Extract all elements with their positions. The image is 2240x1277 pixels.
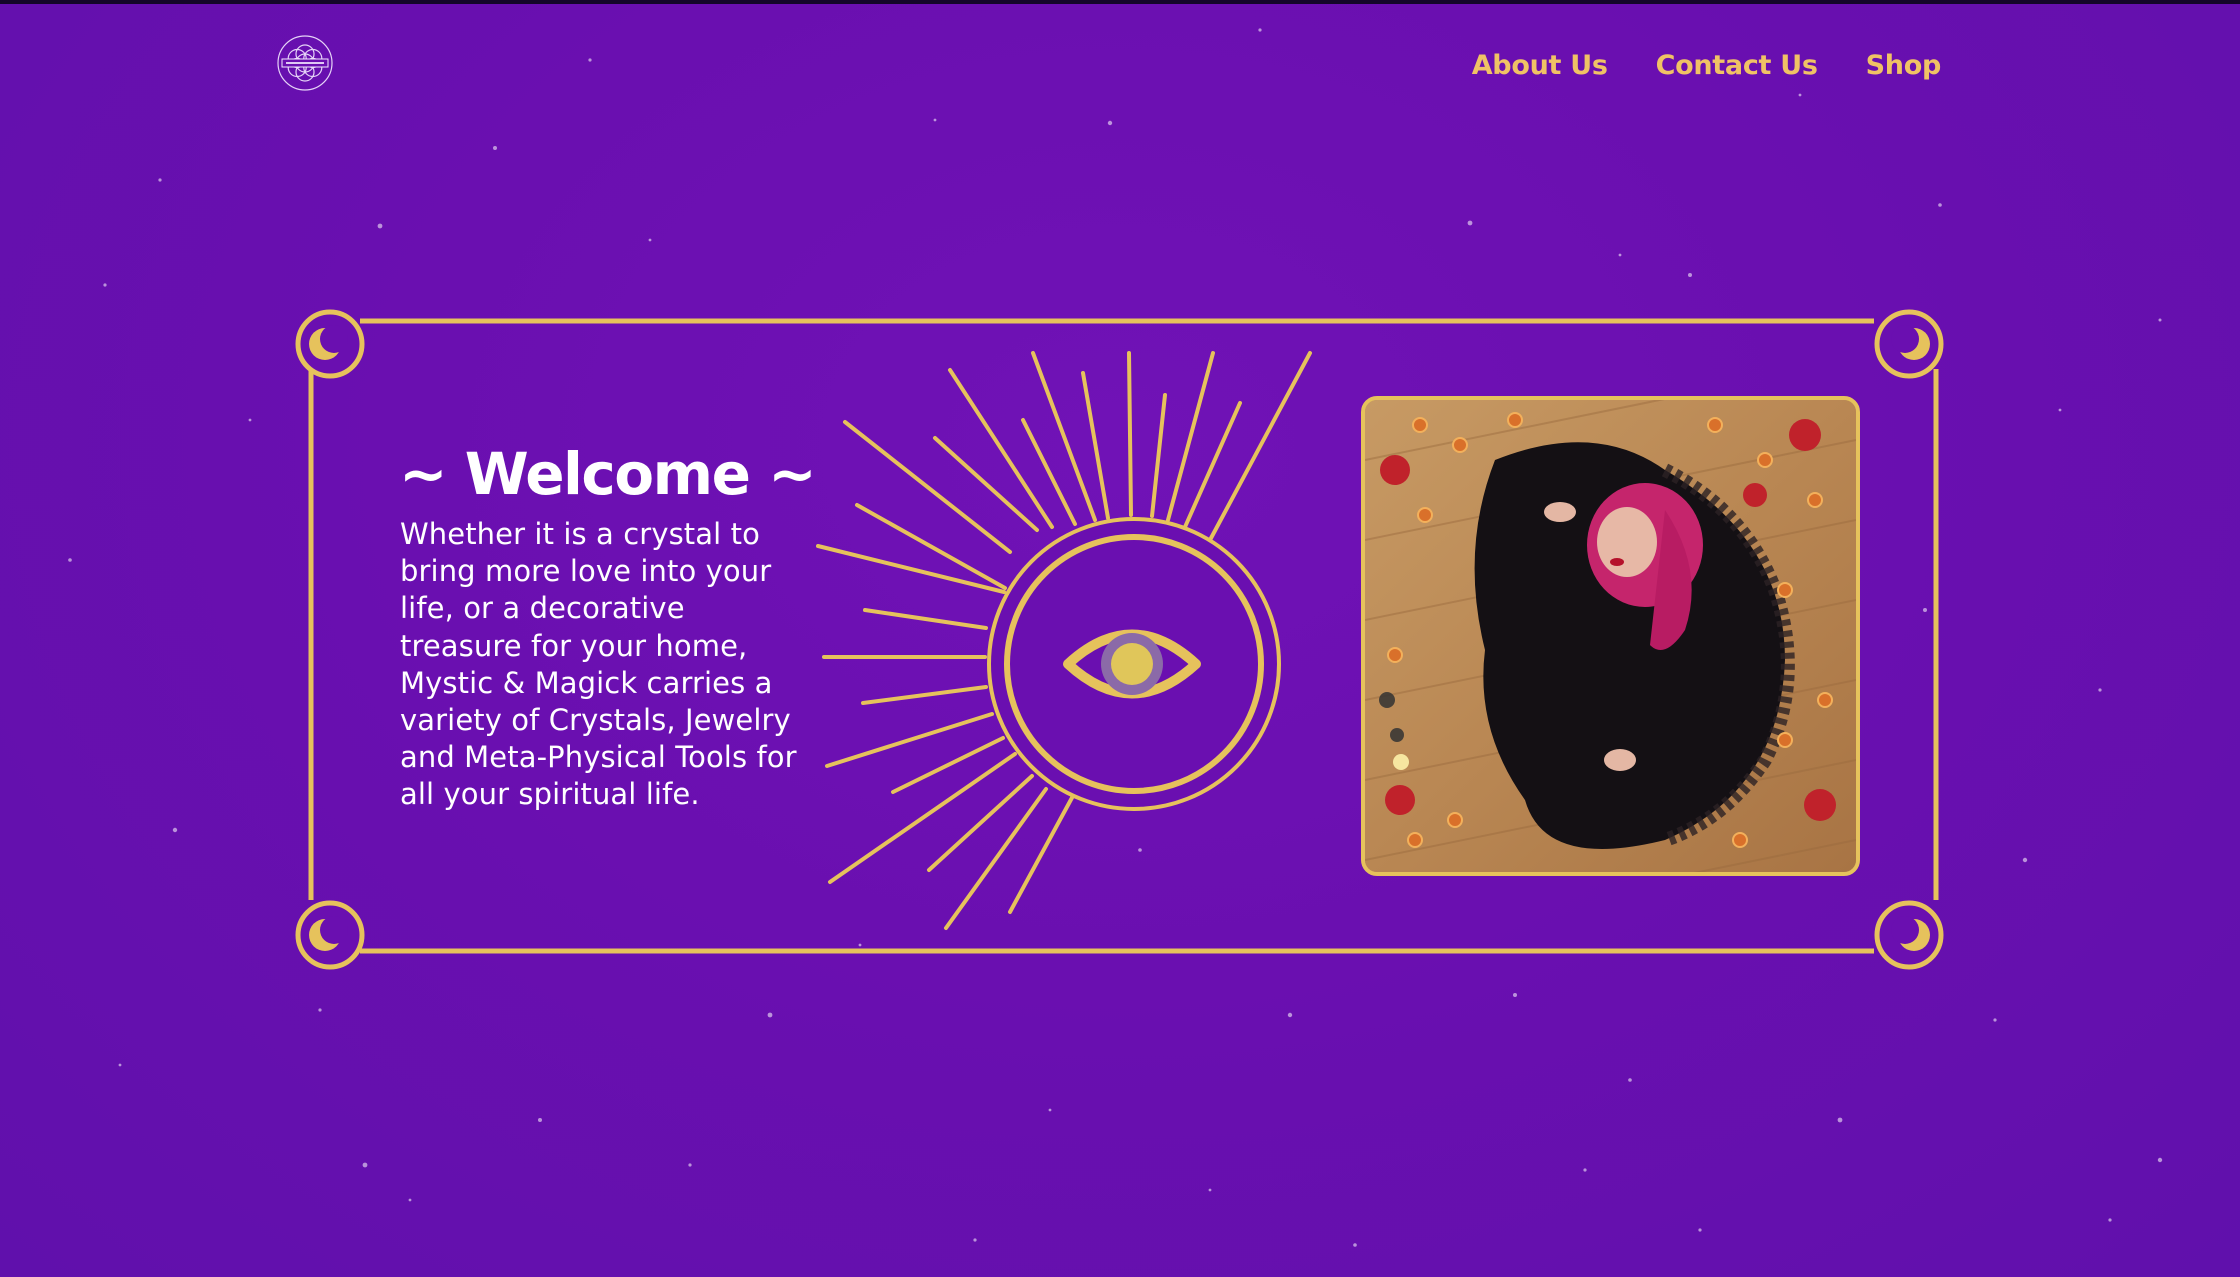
crescent-moon-icon-bottom-right bbox=[1874, 900, 1944, 970]
crescent-moon-icon-top-right bbox=[1874, 309, 1944, 379]
crescent-moon-icon-top-left bbox=[295, 309, 365, 379]
hero-photo bbox=[1361, 396, 1860, 876]
crescent-moon-icon-bottom-left bbox=[295, 900, 365, 970]
all-seeing-eye-icon bbox=[987, 517, 1281, 811]
welcome-heading: ~ Welcome ~ bbox=[399, 440, 817, 508]
hero-frame bbox=[295, 309, 1944, 970]
welcome-description: Whether it is a crystal to bring more lo… bbox=[400, 517, 797, 812]
photo-illustration bbox=[1365, 400, 1856, 872]
